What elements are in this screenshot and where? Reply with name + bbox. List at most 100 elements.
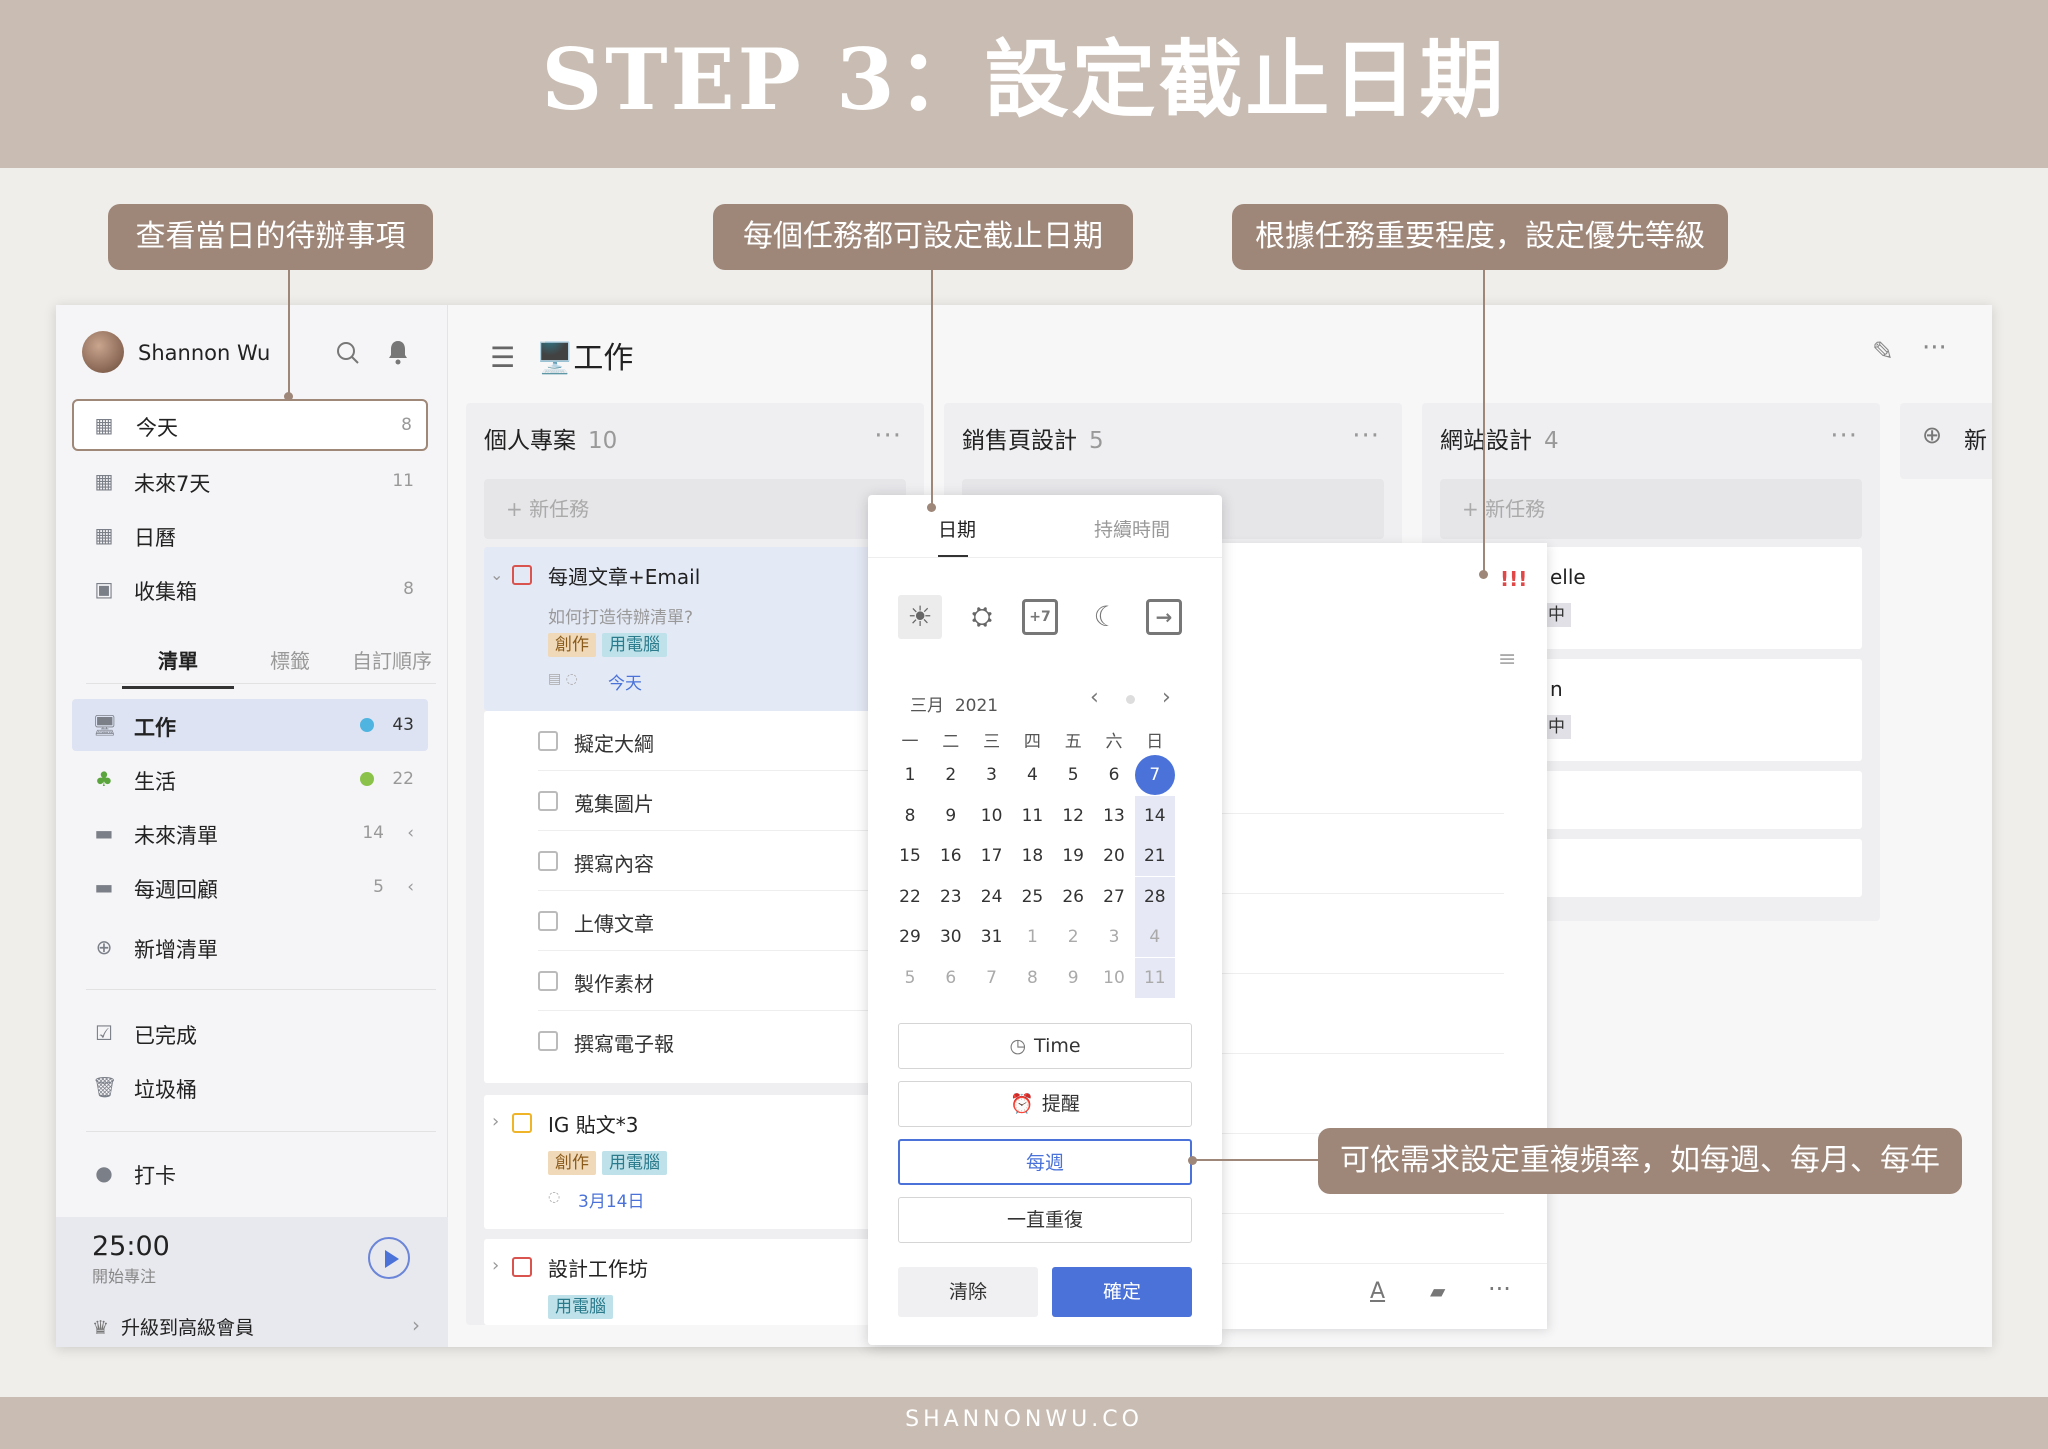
subtask-checkbox[interactable] xyxy=(538,911,558,931)
priority-flag-icon[interactable]: !!! xyxy=(1500,567,1527,591)
chevron-down-icon[interactable]: ⌄ xyxy=(490,565,503,584)
prev-month-button[interactable]: ‹ xyxy=(1090,685,1099,710)
calendar-day[interactable]: 24 xyxy=(972,877,1012,917)
bell-icon[interactable] xyxy=(386,339,410,365)
calendar-day[interactable]: 8 xyxy=(890,796,930,836)
column-more-icon[interactable]: ··· xyxy=(874,421,902,451)
plus-circle-icon[interactable]: ⊕ xyxy=(1922,421,1942,449)
new-task-input[interactable]: + 新任務 xyxy=(484,479,906,539)
tag[interactable]: 創作 xyxy=(548,1151,596,1175)
more-icon[interactable]: ··· xyxy=(1922,333,1947,363)
calendar-day[interactable]: 26 xyxy=(1053,877,1093,917)
calendar-day[interactable]: 25 xyxy=(1012,877,1052,917)
tab-tags[interactable]: 標籤 xyxy=(234,645,346,674)
avatar[interactable] xyxy=(82,331,124,373)
tab-date[interactable]: 日期 xyxy=(938,515,976,542)
play-button[interactable] xyxy=(368,1237,410,1279)
more-icon[interactable]: ··· xyxy=(1488,1275,1511,1303)
calendar-day[interactable]: 31 xyxy=(972,917,1012,957)
calendar-day[interactable]: 29 xyxy=(890,917,930,957)
calendar-day[interactable]: 12 xyxy=(1053,796,1093,836)
sunrise-icon[interactable]: ⛭ xyxy=(960,595,1004,639)
calendar-day[interactable]: 17 xyxy=(972,836,1012,876)
text-format-icon[interactable]: A xyxy=(1370,1279,1385,1304)
calendar-day[interactable]: 11 xyxy=(1012,796,1052,836)
tag[interactable]: 創作 xyxy=(548,633,596,657)
calendar-day[interactable]: 8 xyxy=(1012,958,1052,998)
chevron-right-icon[interactable]: › xyxy=(492,1255,499,1276)
calendar-day[interactable]: 2 xyxy=(931,755,971,795)
tab-duration[interactable]: 持續時間 xyxy=(1094,515,1170,542)
add-list-button[interactable]: ⊕ 新增清單 xyxy=(72,921,428,973)
calendar-day[interactable]: 4 xyxy=(1134,917,1175,958)
calendar-day[interactable]: 5 xyxy=(890,958,930,998)
sidebar-item-weekly-review[interactable]: ▬ 每週回顧 5 ‹ xyxy=(72,861,428,913)
search-icon[interactable] xyxy=(336,341,360,365)
calendar-day[interactable]: 11 xyxy=(1134,958,1175,998)
next-arrow-calendar-icon[interactable]: → xyxy=(1146,599,1182,635)
sidebar-item-work[interactable]: 🖥 工作 43 xyxy=(72,699,428,751)
tag[interactable]: 用電腦 xyxy=(602,633,667,657)
chevron-right-icon[interactable]: › xyxy=(492,1111,499,1132)
calendar-day[interactable]: 28 xyxy=(1134,876,1175,917)
sidebar-item-inbox[interactable]: ▣ 收集箱 8 xyxy=(72,563,428,615)
column-more-icon[interactable]: ··· xyxy=(1352,421,1380,451)
sidebar-item-next7[interactable]: ▦ 未來7天 11 xyxy=(72,455,428,507)
sidebar-item-completed[interactable]: ☑ 已完成 xyxy=(72,1007,428,1059)
subtask-checkbox[interactable] xyxy=(538,851,558,871)
calendar-day[interactable]: 6 xyxy=(931,958,971,998)
user-name[interactable]: Shannon Wu xyxy=(138,341,270,365)
calendar-day[interactable]: 10 xyxy=(1094,958,1134,998)
task-card-weekly-article[interactable]: ⌄ 每週文章+Email 如何打造待辦清單? 創作 用電腦 ▤ ◌ 今天 xyxy=(484,547,906,711)
repeat-select[interactable]: 每週 xyxy=(898,1139,1192,1185)
sidebar-item-today[interactable]: ▦ 今天 8 xyxy=(72,399,428,451)
subtask-checkbox[interactable] xyxy=(538,791,558,811)
calendar-day[interactable]: 1 xyxy=(890,755,930,795)
column-more-icon[interactable]: ··· xyxy=(1830,421,1858,451)
today-dot-button[interactable] xyxy=(1126,695,1135,704)
tab-custom-order[interactable]: 自訂順序 xyxy=(346,645,438,674)
reminder-button[interactable]: ⏰ 提醒 xyxy=(898,1081,1192,1127)
calendar-day[interactable]: 10 xyxy=(972,796,1012,836)
task-card-workshop[interactable]: › 設計工作坊 用電腦 xyxy=(484,1239,906,1325)
calendar-day[interactable]: 13 xyxy=(1094,796,1134,836)
calendar-day[interactable]: 1 xyxy=(1012,917,1052,957)
clear-button[interactable]: 清除 xyxy=(898,1267,1038,1317)
sidebar-item-trash[interactable]: 🗑 垃圾桶 xyxy=(72,1061,428,1113)
sidebar-item-future-list[interactable]: ▬ 未來清單 14 ‹ xyxy=(72,807,428,859)
calendar-day[interactable]: 3 xyxy=(972,755,1012,795)
moon-icon[interactable]: ☾ xyxy=(1084,595,1128,639)
calendar-day[interactable]: 9 xyxy=(931,796,971,836)
task-checkbox[interactable] xyxy=(512,1257,532,1277)
task-checkbox[interactable] xyxy=(512,1113,532,1133)
calendar-day[interactable]: 21 xyxy=(1134,836,1175,877)
next-month-button[interactable]: › xyxy=(1162,685,1171,710)
description-icon[interactable]: ≡ xyxy=(1498,647,1516,672)
calendar-day[interactable]: 30 xyxy=(931,917,971,957)
calendar-day[interactable]: 5 xyxy=(1053,755,1093,795)
calendar-day[interactable]: 19 xyxy=(1053,836,1093,876)
chevron-left-icon[interactable]: ‹ xyxy=(407,823,414,843)
sun-icon[interactable]: ☀ xyxy=(898,595,942,639)
tag[interactable]: 用電腦 xyxy=(602,1151,667,1175)
task-checkbox[interactable] xyxy=(512,565,532,585)
calendar-day[interactable]: 9 xyxy=(1053,958,1093,998)
calendar-day[interactable]: 23 xyxy=(931,877,971,917)
calendar-day[interactable]: 14 xyxy=(1134,795,1175,836)
calendar-day[interactable]: 18 xyxy=(1012,836,1052,876)
edit-icon[interactable]: ✎ xyxy=(1872,337,1894,367)
repeat-end-select[interactable]: 一直重復 xyxy=(898,1197,1192,1243)
comment-icon[interactable]: ▰ xyxy=(1430,1279,1445,1303)
calendar-day[interactable]: 6 xyxy=(1094,755,1134,795)
confirm-button[interactable]: 確定 xyxy=(1052,1267,1192,1317)
new-task-input[interactable]: + 新任務 xyxy=(1440,479,1862,539)
calendar-day[interactable]: 20 xyxy=(1094,836,1134,876)
upgrade-link[interactable]: ♛ 升級到高級會員 xyxy=(92,1313,254,1340)
subtask-checkbox[interactable] xyxy=(538,1031,558,1051)
calendar-day[interactable]: 27 xyxy=(1094,877,1134,917)
subtask-checkbox[interactable] xyxy=(538,971,558,991)
subtask-checkbox[interactable] xyxy=(538,731,558,751)
menu-icon[interactable]: ☰ xyxy=(490,341,515,374)
time-button[interactable]: ◷ Time xyxy=(898,1023,1192,1069)
calendar-day[interactable]: 7 xyxy=(972,958,1012,998)
